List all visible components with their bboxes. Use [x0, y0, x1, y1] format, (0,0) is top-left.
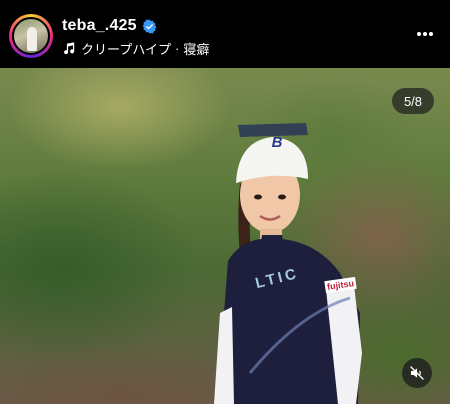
post-header: teba_.425 クリープハイプ · 寝癖: [0, 0, 450, 68]
mute-button[interactable]: [402, 358, 432, 388]
carousel-counter-text: 5/8: [403, 93, 423, 109]
audio-title: 寝癖: [183, 41, 210, 57]
audio-attribution[interactable]: クリープハイプ · 寝癖: [62, 39, 209, 57]
golfer-figure: [214, 123, 362, 404]
speaker-muted-icon: [410, 366, 424, 380]
verified-badge-icon: [142, 19, 157, 33]
music-note-icon: [64, 41, 75, 54]
audio-separator: ·: [174, 40, 180, 56]
story-ring[interactable]: [9, 14, 53, 58]
audio-artist: クリープハイプ: [81, 41, 171, 57]
avatar[interactable]: [12, 17, 50, 55]
username[interactable]: teba_.425: [62, 17, 137, 35]
carousel-counter: 5/8: [392, 88, 434, 114]
more-options-icon[interactable]: [416, 31, 434, 37]
username-row: teba_.425: [62, 16, 157, 36]
post-photo[interactable]: 5/8: [0, 68, 450, 404]
cap-logo: B: [271, 134, 283, 151]
